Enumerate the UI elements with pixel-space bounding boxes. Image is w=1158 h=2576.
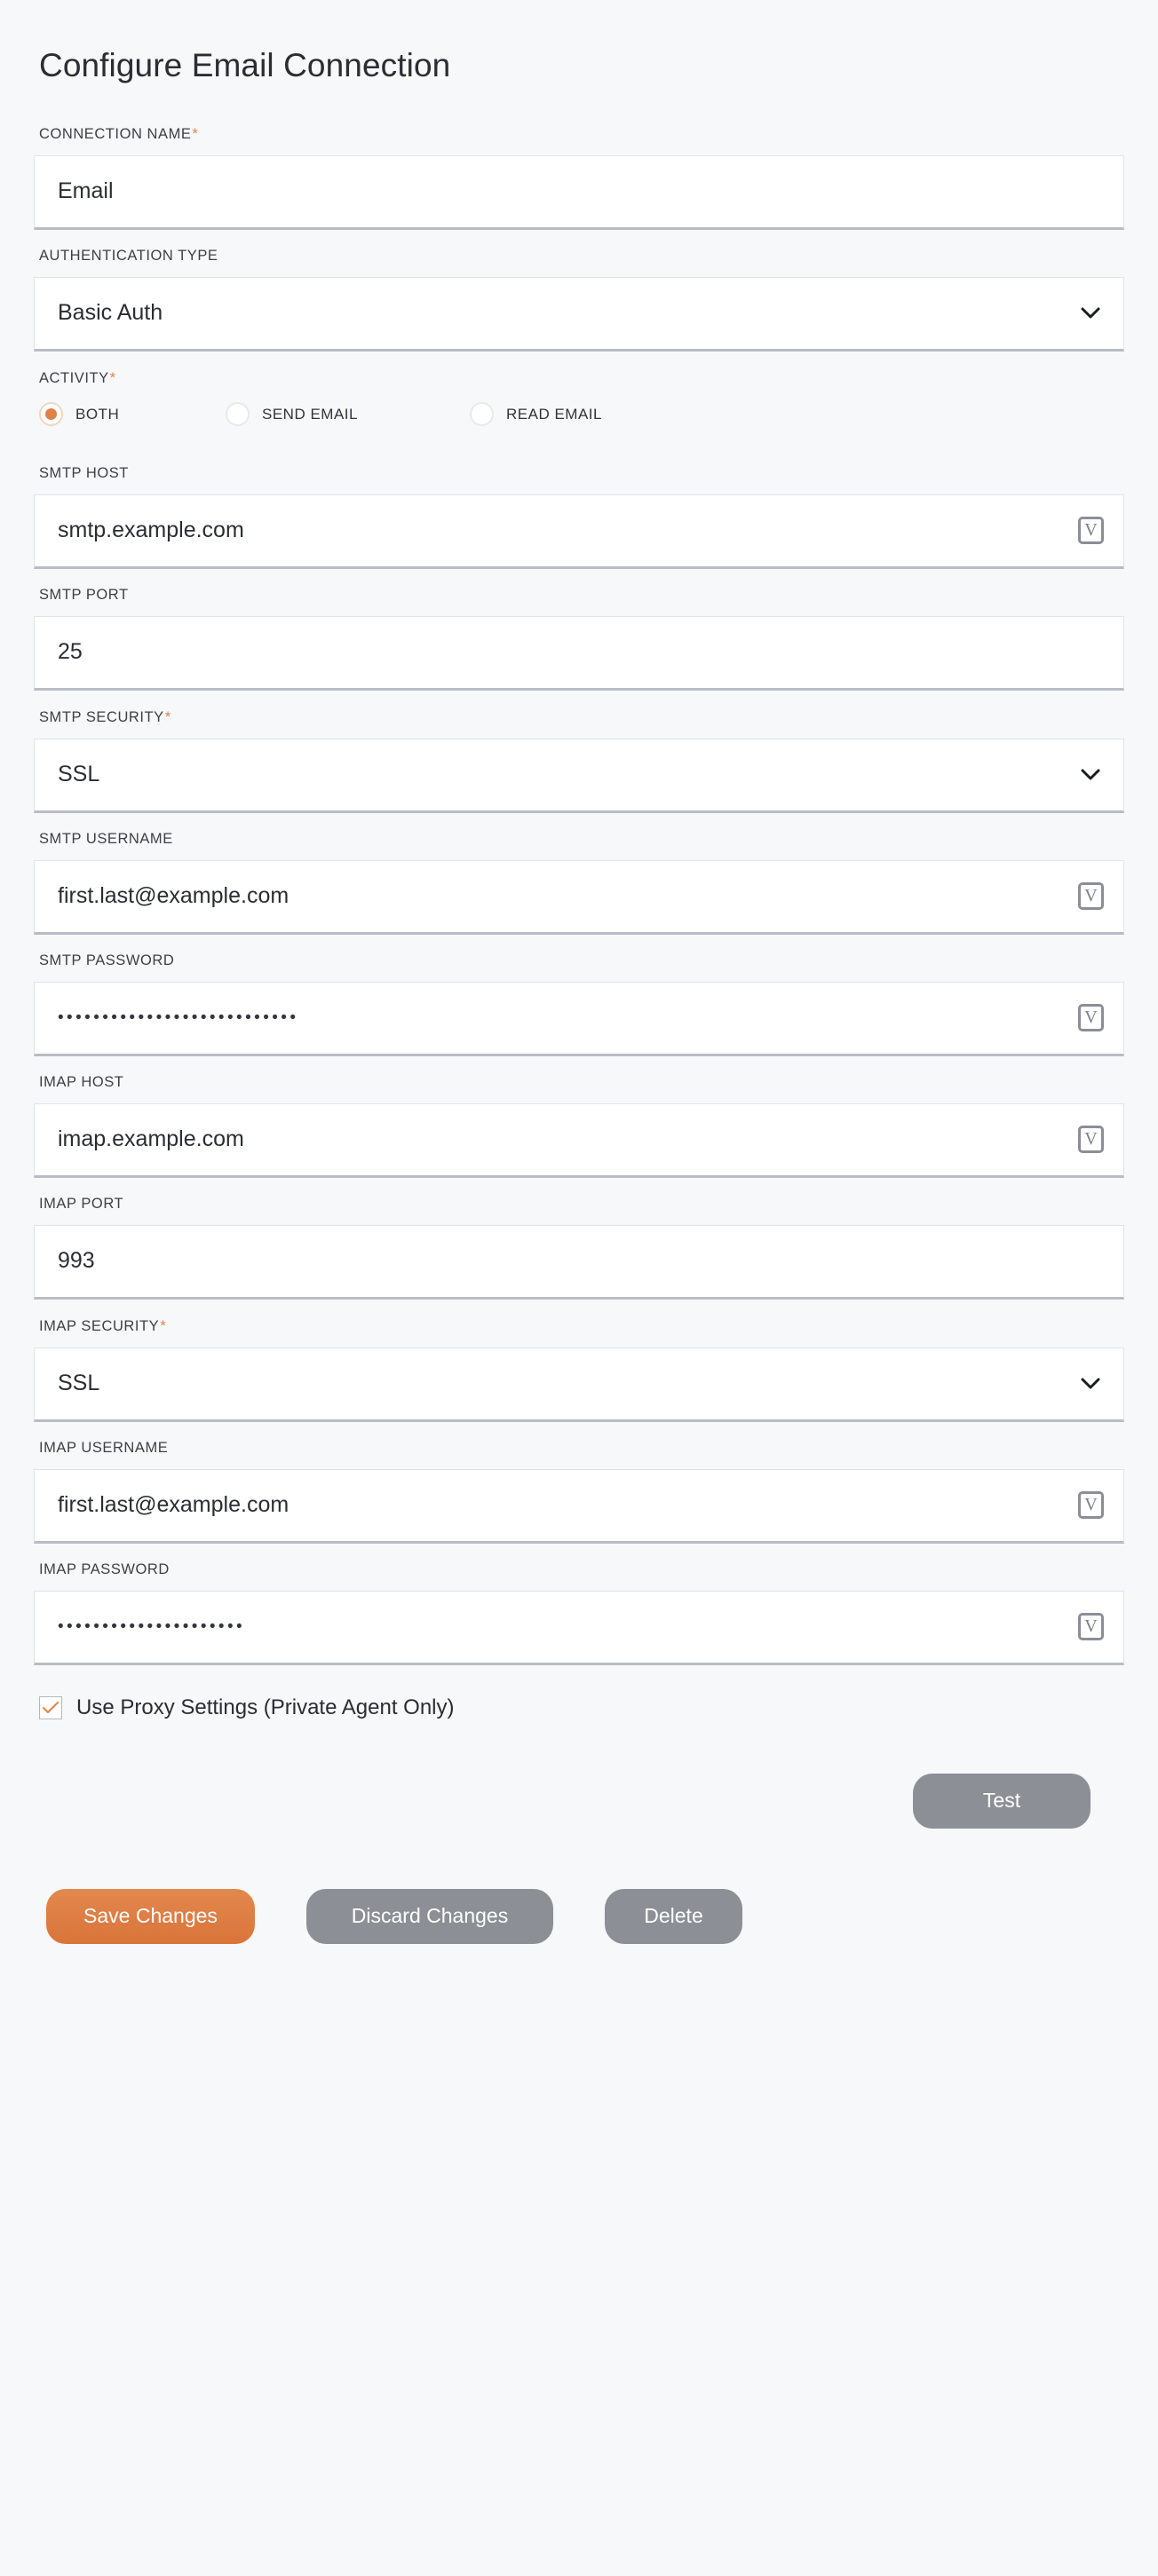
imap-password-value: ••••••••••••••••••••• bbox=[58, 1618, 246, 1636]
check-icon bbox=[43, 1701, 59, 1713]
imap-username-input[interactable]: first.last@example.com V bbox=[34, 1468, 1124, 1544]
label-smtp-security: SMTP SECURITY* bbox=[39, 707, 171, 725]
label-authentication-type: AUTHENTICATION TYPE bbox=[39, 247, 218, 264]
smtp-security-select[interactable]: SSL bbox=[34, 738, 1124, 813]
required-asterisk: * bbox=[192, 124, 199, 142]
smtp-port-value: 25 bbox=[58, 641, 83, 664]
label-imap-port: IMAP PORT bbox=[39, 1195, 124, 1212]
field-imap-security: IMAP SECURITY* SSL bbox=[34, 1317, 1124, 1422]
activity-option-read-email[interactable]: READ EMAIL bbox=[470, 402, 602, 427]
radio-icon-read-email[interactable] bbox=[470, 402, 494, 427]
radio-icon-send-email[interactable] bbox=[226, 402, 250, 427]
label-imap-host: IMAP HOST bbox=[39, 1073, 124, 1090]
imap-port-input[interactable]: 993 bbox=[34, 1224, 1124, 1300]
field-smtp-host: SMTP HOST smtp.example.com V bbox=[34, 465, 1124, 569]
variable-icon-glyph: V bbox=[1084, 1007, 1098, 1028]
field-imap-port: IMAP PORT 993 bbox=[34, 1196, 1124, 1300]
variable-icon-glyph: V bbox=[1084, 1129, 1098, 1150]
label-connection-name: CONNECTION NAME* bbox=[39, 124, 199, 142]
imap-port-value: 993 bbox=[58, 1250, 95, 1273]
activity-option-send-email[interactable]: SEND EMAIL bbox=[226, 402, 470, 427]
delete-button[interactable]: Delete bbox=[605, 1888, 742, 1944]
required-asterisk: * bbox=[164, 707, 171, 725]
configure-email-connection-page: Configure Email Connection CONNECTION NA… bbox=[0, 0, 1158, 2576]
activity-radio-group: BOTH SEND EMAIL READ EMAIL bbox=[39, 399, 1124, 430]
authentication-type-select[interactable]: Basic Auth bbox=[34, 276, 1124, 352]
variable-icon[interactable]: V bbox=[1078, 882, 1104, 911]
activity-option-both-label: BOTH bbox=[75, 405, 120, 423]
checkbox-icon[interactable] bbox=[39, 1695, 62, 1719]
variable-icon-glyph: V bbox=[1084, 520, 1098, 541]
test-button-row: Test bbox=[34, 1773, 1124, 1829]
chevron-down-icon bbox=[1081, 1378, 1100, 1389]
radio-icon-both[interactable] bbox=[39, 402, 63, 427]
field-authentication-type: AUTHENTICATION TYPE Basic Auth bbox=[34, 248, 1124, 352]
imap-security-value: SSL bbox=[58, 1372, 100, 1395]
field-smtp-username: SMTP USERNAME first.last@example.com V bbox=[34, 831, 1124, 935]
variable-icon[interactable]: V bbox=[1078, 1613, 1104, 1641]
connection-name-input[interactable]: Email bbox=[34, 154, 1124, 230]
field-smtp-port: SMTP PORT 25 bbox=[34, 587, 1124, 691]
save-changes-button[interactable]: Save Changes bbox=[46, 1888, 255, 1944]
variable-icon[interactable]: V bbox=[1078, 517, 1104, 545]
label-imap-security: IMAP SECURITY* bbox=[39, 1316, 167, 1334]
smtp-security-value: SSL bbox=[58, 763, 100, 786]
variable-icon-glyph: V bbox=[1084, 1495, 1098, 1515]
label-smtp-host: SMTP HOST bbox=[39, 464, 129, 481]
smtp-username-input[interactable]: first.last@example.com V bbox=[34, 859, 1124, 935]
discard-changes-button[interactable]: Discard Changes bbox=[306, 1888, 553, 1944]
required-asterisk: * bbox=[109, 368, 116, 386]
imap-security-select[interactable]: SSL bbox=[34, 1347, 1124, 1422]
variable-icon[interactable]: V bbox=[1078, 1126, 1104, 1154]
test-button[interactable]: Test bbox=[913, 1773, 1091, 1829]
variable-icon[interactable]: V bbox=[1078, 1004, 1104, 1032]
use-proxy-settings-label: Use Proxy Settings (Private Agent Only) bbox=[76, 1695, 455, 1719]
smtp-password-value: ••••••••••••••••••••••••••• bbox=[58, 1009, 299, 1027]
smtp-host-value: smtp.example.com bbox=[58, 519, 244, 542]
activity-option-both[interactable]: BOTH bbox=[39, 402, 226, 427]
page-title: Configure Email Connection bbox=[39, 47, 451, 83]
activity-option-read-email-label: READ EMAIL bbox=[506, 405, 602, 423]
imap-password-input[interactable]: ••••••••••••••••••••• V bbox=[34, 1590, 1124, 1665]
field-imap-username: IMAP USERNAME first.last@example.com V bbox=[34, 1440, 1124, 1544]
authentication-type-value: Basic Auth bbox=[58, 302, 163, 325]
variable-icon[interactable]: V bbox=[1078, 1491, 1104, 1520]
smtp-port-input[interactable]: 25 bbox=[34, 615, 1124, 691]
label-imap-username: IMAP USERNAME bbox=[39, 1439, 169, 1456]
label-imap-password: IMAP PASSWORD bbox=[39, 1561, 170, 1577]
smtp-host-input[interactable]: smtp.example.com V bbox=[34, 494, 1124, 569]
activity-option-send-email-label: SEND EMAIL bbox=[262, 405, 358, 423]
field-activity: ACTIVITY* BOTH SEND EMAIL READ EMAIL bbox=[34, 369, 1124, 430]
chevron-down-icon bbox=[1081, 307, 1100, 319]
smtp-username-value: first.last@example.com bbox=[58, 885, 290, 908]
required-asterisk: * bbox=[160, 1316, 167, 1334]
imap-username-value: first.last@example.com bbox=[58, 1494, 290, 1517]
imap-host-value: imap.example.com bbox=[58, 1128, 244, 1151]
variable-icon-glyph: V bbox=[1084, 886, 1098, 906]
label-smtp-port: SMTP PORT bbox=[39, 586, 129, 603]
smtp-password-input[interactable]: ••••••••••••••••••••••••••• V bbox=[34, 981, 1124, 1056]
field-smtp-password: SMTP PASSWORD ••••••••••••••••••••••••••… bbox=[34, 952, 1124, 1056]
imap-host-input[interactable]: imap.example.com V bbox=[34, 1102, 1124, 1178]
field-imap-host: IMAP HOST imap.example.com V bbox=[34, 1074, 1124, 1178]
label-smtp-username: SMTP USERNAME bbox=[39, 830, 173, 847]
footer-actions: Save Changes Discard Changes Delete bbox=[46, 1888, 1124, 1944]
field-smtp-security: SMTP SECURITY* SSL bbox=[34, 708, 1124, 813]
variable-icon-glyph: V bbox=[1084, 1616, 1098, 1637]
field-connection-name: CONNECTION NAME* Email bbox=[34, 125, 1124, 230]
field-imap-password: IMAP PASSWORD ••••••••••••••••••••• V bbox=[34, 1561, 1124, 1665]
label-smtp-password: SMTP PASSWORD bbox=[39, 952, 175, 968]
label-activity: ACTIVITY* bbox=[39, 368, 116, 386]
chevron-down-icon bbox=[1081, 769, 1100, 780]
use-proxy-settings-checkbox[interactable]: Use Proxy Settings (Private Agent Only) bbox=[39, 1695, 1124, 1720]
connection-name-value: Email bbox=[58, 180, 114, 203]
